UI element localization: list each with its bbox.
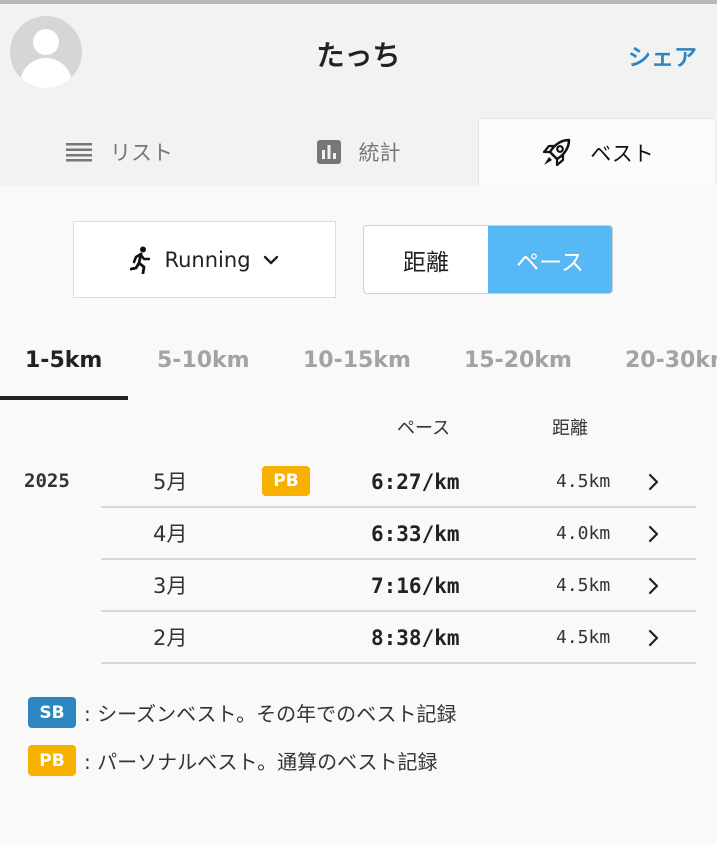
record-row[interactable]: 2月 8:38/km 4.5km: [101, 612, 696, 664]
record-pace: 7:16/km: [371, 574, 460, 598]
record-distance: 4.5km: [556, 471, 611, 492]
range-tab-10-15km[interactable]: 10-15km: [303, 320, 411, 400]
list-icon: [66, 142, 92, 162]
pb-badge: PB: [28, 745, 76, 776]
tab-stats-label: 統計: [358, 141, 401, 165]
range-tab-1-5km[interactable]: 1-5km: [25, 320, 102, 400]
year-label: 2025: [24, 470, 70, 492]
rocket-icon: [540, 137, 572, 169]
record-pace: 6:33/km: [371, 522, 460, 546]
legend-sb: SB : シーズンベスト。その年でのベスト記録: [28, 697, 457, 728]
record-pace: 8:38/km: [371, 626, 460, 650]
metric-toggle: 距離 ペース: [363, 225, 613, 294]
sb-badge: SB: [28, 697, 76, 728]
tab-list-label: リスト: [110, 141, 173, 165]
legend-pb: PB : パーソナルベスト。通算のベスト記録: [28, 745, 438, 776]
range-tab-15-20km[interactable]: 15-20km: [464, 320, 572, 400]
record-month: 4月: [153, 522, 188, 546]
row-divider: [101, 662, 696, 664]
legend-sb-text: : シーズンベスト。その年でのベスト記録: [84, 702, 457, 726]
record-month: 2月: [153, 626, 188, 650]
sport-dropdown[interactable]: Running: [73, 221, 336, 298]
record-month: 5月: [153, 470, 188, 494]
chevron-right-icon[interactable]: [646, 574, 662, 598]
record-distance: 4.5km: [556, 575, 611, 596]
pb-badge: PB: [262, 466, 310, 496]
range-tab-5-10km[interactable]: 5-10km: [157, 320, 250, 400]
range-tab-20-30km[interactable]: 20-30km: [625, 320, 717, 400]
chevron-right-icon[interactable]: [646, 470, 662, 494]
chevron-down-icon: [263, 255, 279, 265]
tab-best-label: ベスト: [590, 141, 654, 166]
tab-stats[interactable]: 統計: [239, 118, 478, 186]
tab-list[interactable]: リスト: [0, 118, 239, 186]
chevron-right-icon[interactable]: [646, 522, 662, 546]
bar-chart-icon: [316, 140, 341, 164]
legend-pb-text: : パーソナルベスト。通算のベスト記録: [84, 750, 438, 774]
record-row[interactable]: 3月 7:16/km 4.5km: [101, 560, 696, 612]
profile-header: たっち シェア: [0, 4, 717, 118]
sport-dropdown-value: Running: [164, 247, 251, 272]
metric-pace-option[interactable]: ペース: [488, 226, 612, 293]
record-pace: 6:27/km: [371, 470, 460, 494]
running-icon: [130, 246, 152, 274]
distance-column-header: 距離: [552, 418, 588, 439]
page-title: たっち: [316, 39, 401, 72]
range-tab-indicator: [0, 396, 128, 400]
record-distance: 4.5km: [556, 627, 611, 648]
record-row[interactable]: 5月 PB 6:27/km 4.5km: [101, 456, 696, 508]
chevron-right-icon[interactable]: [646, 626, 662, 650]
record-distance: 4.0km: [556, 523, 611, 544]
distance-range-tabs: 1-5km 5-10km 10-15km 15-20km 20-30km: [0, 320, 717, 400]
record-month: 3月: [153, 574, 188, 598]
record-row[interactable]: 4月 6:33/km 4.0km: [101, 508, 696, 560]
tab-best[interactable]: ベスト: [478, 118, 715, 186]
view-tabs: リスト 統計 ベスト: [0, 118, 717, 186]
share-button[interactable]: シェア: [628, 38, 697, 72]
metric-distance-option[interactable]: 距離: [364, 226, 488, 293]
pace-column-header: ペース: [397, 418, 451, 439]
